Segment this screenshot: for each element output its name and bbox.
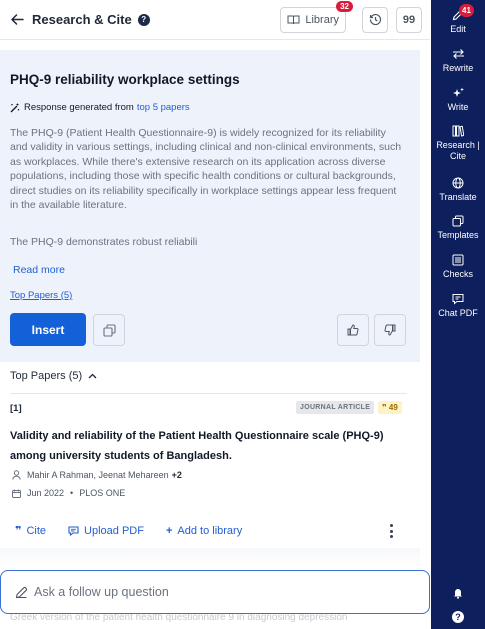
paper-type-badge: JOURNAL ARTICLE bbox=[296, 401, 375, 414]
edit-count-badge: 41 bbox=[459, 4, 474, 17]
scroll-shadow bbox=[0, 548, 420, 568]
generated-prefix: Response generated from bbox=[24, 102, 134, 113]
checklist-icon bbox=[452, 253, 464, 267]
pencil-icon bbox=[15, 586, 28, 598]
sidebar-item-label: Templates bbox=[437, 230, 479, 240]
answer-paragraph-truncated: The PHQ-9 demonstrates robust reliabili bbox=[10, 236, 198, 248]
add-to-library-button[interactable]: + Add to library bbox=[166, 525, 242, 537]
research-cite-panel: Research & Cite ? Library 32 99 PHQ-9 re… bbox=[0, 0, 430, 629]
sidebar-item-translate[interactable]: Translate bbox=[431, 176, 485, 203]
upload-pdf-label: Upload PDF bbox=[84, 524, 144, 537]
help-icon[interactable]: ? bbox=[452, 611, 464, 623]
library-count-badge: 32 bbox=[336, 0, 353, 12]
upload-pdf-button[interactable]: Upload PDF bbox=[68, 525, 144, 537]
calendar-icon bbox=[12, 489, 21, 498]
library-label: Library bbox=[305, 13, 339, 26]
quote-icon: ❞ bbox=[15, 525, 22, 537]
rewrite-icon bbox=[452, 47, 465, 61]
plus-icon: + bbox=[165, 524, 173, 537]
top-papers-header: Top Papers (5) bbox=[10, 370, 83, 382]
sidebar-item-research-cite[interactable]: Research | Cite bbox=[431, 124, 485, 162]
sidebar-item-checks[interactable]: Checks bbox=[431, 253, 485, 280]
followup-input[interactable] bbox=[34, 585, 394, 599]
sidebar-item-write[interactable]: Write bbox=[431, 86, 485, 113]
journal-name: PLOS ONE bbox=[79, 488, 126, 498]
templates-icon bbox=[452, 214, 464, 228]
answer-paragraph: The PHQ-9 (Patient Health Questionnaire-… bbox=[10, 127, 402, 212]
magic-wand-icon bbox=[10, 103, 20, 112]
more-options-icon[interactable] bbox=[386, 524, 396, 538]
globe-icon bbox=[452, 176, 464, 190]
tools-sidebar: 41 Edit Rewrite Write Research | Cite Tr… bbox=[431, 0, 485, 629]
top-papers-source-link[interactable]: top 5 papers bbox=[137, 102, 190, 113]
panel-header: Research & Cite ? Library 32 99 bbox=[0, 0, 430, 40]
cite-label: Cite bbox=[26, 524, 47, 537]
paper-authors: Mahir A Rahman, Jeenat Mehareen +2 bbox=[12, 470, 182, 480]
top-papers-toggle[interactable]: Top Papers (5) bbox=[10, 370, 97, 382]
divider bbox=[10, 393, 407, 394]
cite-button[interactable]: ❞ Cite bbox=[15, 524, 47, 538]
history-button[interactable] bbox=[362, 6, 388, 33]
help-icon[interactable]: ? bbox=[137, 13, 150, 26]
sidebar-item-label: Chat PDF bbox=[438, 308, 478, 318]
thumbs-down-icon bbox=[384, 324, 396, 336]
book-icon bbox=[287, 15, 300, 24]
sidebar-item-chat-pdf[interactable]: Chat PDF bbox=[431, 292, 485, 319]
paper-pub-info: Jun 2022 • PLOS ONE bbox=[12, 488, 125, 498]
bell-icon[interactable] bbox=[452, 586, 464, 604]
answer-title: PHQ-9 reliability workplace settings bbox=[10, 72, 240, 87]
answer-card: PHQ-9 reliability workplace settings Res… bbox=[0, 50, 420, 362]
copy-icon bbox=[102, 323, 116, 337]
person-icon bbox=[12, 470, 21, 480]
add-to-library-label: Add to library bbox=[177, 524, 243, 537]
history-icon bbox=[369, 13, 381, 26]
paper-actions: ❞ Cite Upload PDF + Add to library bbox=[15, 524, 264, 538]
generated-from-line: Response generated from top 5 papers bbox=[10, 102, 190, 113]
chat-icon bbox=[452, 292, 464, 306]
sidebar-item-label: Translate bbox=[439, 192, 477, 202]
thumbs-down-button[interactable] bbox=[374, 314, 406, 346]
thumbs-up-button[interactable] bbox=[337, 314, 369, 346]
pub-date: Jun 2022 bbox=[27, 488, 65, 498]
sidebar-item-label: Checks bbox=[442, 269, 473, 279]
books-icon bbox=[452, 124, 464, 138]
quote-button[interactable]: 99 bbox=[396, 6, 422, 33]
insert-button[interactable]: Insert bbox=[10, 313, 86, 346]
authors-more[interactable]: +2 bbox=[172, 470, 182, 480]
sparkle-icon bbox=[452, 86, 465, 100]
sidebar-item-templates[interactable]: Templates bbox=[431, 214, 485, 241]
authors-text: Mahir A Rahman, Jeenat Mehareen bbox=[27, 470, 169, 480]
sidebar-item-label: Write bbox=[447, 102, 469, 112]
sidebar-item-rewrite[interactable]: Rewrite bbox=[431, 47, 485, 74]
followup-bar bbox=[0, 570, 430, 614]
sidebar-item-label: Rewrite bbox=[442, 63, 474, 73]
library-button[interactable]: Library 32 bbox=[280, 0, 353, 33]
sidebar-item-edit[interactable]: 41 Edit bbox=[431, 4, 485, 35]
citation-count: 49 bbox=[388, 403, 398, 412]
sidebar-item-label: Edit bbox=[450, 24, 466, 34]
back-arrow-icon[interactable] bbox=[8, 11, 26, 29]
sidebar-item-label: Research | Cite bbox=[436, 140, 480, 161]
panel-title: Research & Cite bbox=[32, 12, 132, 27]
paper-number: [1] bbox=[10, 403, 22, 414]
citation-count-badge: ❞ 49 bbox=[378, 401, 402, 414]
chevron-up-icon bbox=[88, 373, 97, 379]
read-more-link[interactable]: Read more bbox=[13, 264, 65, 276]
thumbs-up-icon bbox=[347, 324, 359, 336]
separator-dot: • bbox=[70, 488, 74, 498]
paper-title[interactable]: Validity and reliability of the Patient … bbox=[10, 427, 402, 466]
top-papers-link[interactable]: Top Papers (5) bbox=[10, 290, 72, 301]
upload-pdf-icon bbox=[68, 525, 79, 536]
copy-button[interactable] bbox=[93, 314, 125, 346]
